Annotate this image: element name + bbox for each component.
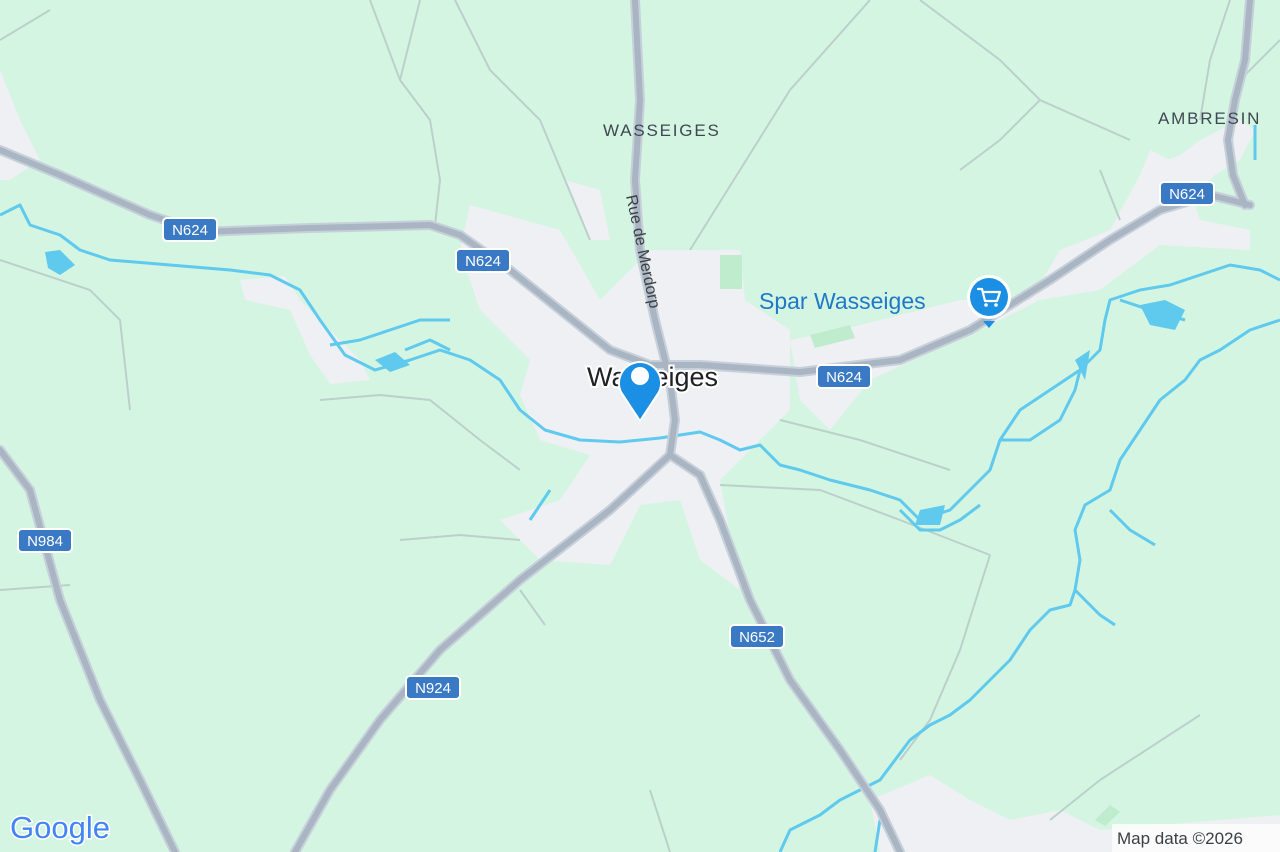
route-shield-n624-center: N624	[455, 248, 511, 273]
route-shield-n984: N984	[17, 528, 73, 553]
svg-text:N624: N624	[1169, 186, 1205, 203]
place-label-wasseiges-area: WASSEIGES	[603, 121, 721, 140]
route-shield-n624-east: N624	[816, 364, 872, 389]
route-shield-n624-west: N624	[162, 217, 218, 242]
svg-text:N984: N984	[27, 533, 63, 550]
map-data-attribution[interactable]: Map data ©2026	[1117, 829, 1243, 848]
svg-text:N624: N624	[172, 222, 208, 239]
map-canvas[interactable]: WASSEIGES AMBRESIN Rue de Merdorp N624 N…	[0, 0, 1280, 852]
route-shield-n924: N924	[405, 675, 461, 700]
svg-text:N624: N624	[465, 253, 501, 270]
poi-label-spar: Spar Wasseiges	[759, 288, 926, 314]
route-shield-n624-ne: N624	[1159, 181, 1215, 206]
svg-text:N652: N652	[739, 629, 775, 646]
svg-text:N924: N924	[415, 680, 451, 697]
route-shield-n652: N652	[729, 624, 785, 649]
google-logo: Google	[10, 810, 110, 845]
svg-text:N624: N624	[826, 369, 862, 386]
place-label-ambresin: AMBRESIN	[1158, 109, 1261, 128]
